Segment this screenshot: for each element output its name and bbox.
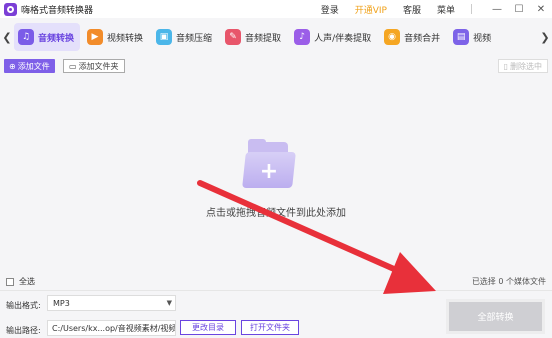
tab-label: 人声/伴奏提取	[314, 33, 372, 44]
menu-link[interactable]: 菜单	[437, 3, 455, 16]
titlebar-divider	[471, 4, 472, 14]
output-format-select[interactable]: MP3 ▼	[47, 295, 176, 311]
compress-icon: ▣	[156, 29, 173, 45]
selected-count: 已选择 0 个媒体文件	[471, 277, 546, 286]
plus-circle-icon: ⊕	[9, 61, 16, 71]
format-value: MP3	[53, 298, 70, 308]
tab-video-extra[interactable]: ▤ 视频	[449, 23, 497, 51]
tab-label: 音频提取	[245, 33, 282, 44]
vip-link[interactable]: 开通VIP	[355, 3, 387, 16]
tab-video-convert[interactable]: ▶ 视频转换	[83, 23, 149, 51]
tab-audio-convert[interactable]: ♫ 音频转换	[14, 23, 81, 51]
output-path-label: 输出路径:	[6, 326, 41, 335]
output-panel: 全选 已选择 0 个媒体文件 输出格式: MP3 ▼ 输出路径: C:/User…	[0, 270, 552, 338]
tab-label: 视频转换	[107, 33, 144, 44]
chevron-right-icon[interactable]: ❯	[538, 22, 552, 52]
app-title: 嗨格式音频转换器	[21, 5, 94, 16]
file-drop-area[interactable]: + 点击或拖拽音频文件到此处添加	[0, 78, 552, 270]
change-directory-button[interactable]: 更改目录	[180, 320, 236, 335]
video-extra-icon: ▤	[453, 29, 470, 45]
support-link[interactable]: 客服	[403, 3, 421, 16]
folder-icon: ▭	[69, 61, 77, 71]
close-icon[interactable]: ✕	[530, 0, 552, 18]
trash-icon: ▯	[503, 61, 508, 71]
tab-label: 视频	[473, 33, 492, 44]
voice-icon: ♪	[294, 29, 311, 45]
app-logo-icon	[4, 2, 17, 16]
output-path-field[interactable]: C:/Users/kx...op/音视频素材/视频	[47, 320, 176, 336]
extract-icon: ✎	[225, 29, 242, 45]
feature-tabs: ❮ ♫ 音频转换 ▶ 视频转换 ▣ 音频压缩 ✎ 音频提取 ♪ 人声/伴奏提取 …	[0, 22, 552, 52]
tab-audio-extract[interactable]: ✎ 音频提取	[221, 23, 287, 51]
music-note-icon: ♫	[18, 29, 34, 45]
add-folder-icon[interactable]: +	[242, 139, 296, 190]
convert-all-button[interactable]: 全部转换	[446, 299, 545, 334]
divider	[0, 290, 552, 291]
tab-label: 音频合并	[404, 33, 441, 44]
title-bar: 嗨格式音频转换器 登录 开通VIP 客服 菜单 — ☐ ✕	[0, 0, 552, 18]
checkbox-icon[interactable]	[6, 277, 14, 286]
tab-label: 音频转换	[38, 33, 75, 44]
tab-audio-merge[interactable]: ◉ 音频合并	[380, 23, 446, 51]
merge-icon: ◉	[384, 29, 401, 45]
add-folder-label: 添加文件夹	[78, 61, 119, 71]
minimize-icon[interactable]: —	[486, 0, 508, 18]
add-file-button[interactable]: ⊕ 添加文件	[4, 59, 55, 73]
tab-vocal-extract[interactable]: ♪ 人声/伴奏提取	[290, 23, 377, 51]
add-file-label: 添加文件	[17, 61, 50, 71]
delete-selected-label: 删除选中	[510, 61, 542, 71]
drop-hint: 点击或拖拽音频文件到此处添加	[206, 208, 346, 219]
add-folder-button[interactable]: ▭ 添加文件夹	[63, 59, 125, 73]
caret-down-icon: ▼	[166, 299, 172, 307]
maximize-icon[interactable]: ☐	[508, 0, 530, 18]
select-all-checkbox[interactable]: 全选	[6, 276, 35, 287]
video-icon: ▶	[87, 29, 104, 45]
open-folder-button[interactable]: 打开文件夹	[241, 320, 299, 335]
tab-audio-compress[interactable]: ▣ 音频压缩	[152, 23, 218, 51]
output-format-label: 输出格式:	[6, 301, 41, 310]
login-link[interactable]: 登录	[321, 3, 339, 16]
chevron-left-icon[interactable]: ❮	[0, 22, 14, 52]
tab-label: 音频压缩	[176, 33, 213, 44]
delete-selected-button[interactable]: ▯ 删除选中	[497, 59, 548, 73]
file-toolbar: ⊕ 添加文件 ▭ 添加文件夹 ▯ 删除选中	[0, 56, 552, 76]
select-all-label: 全选	[19, 277, 35, 286]
